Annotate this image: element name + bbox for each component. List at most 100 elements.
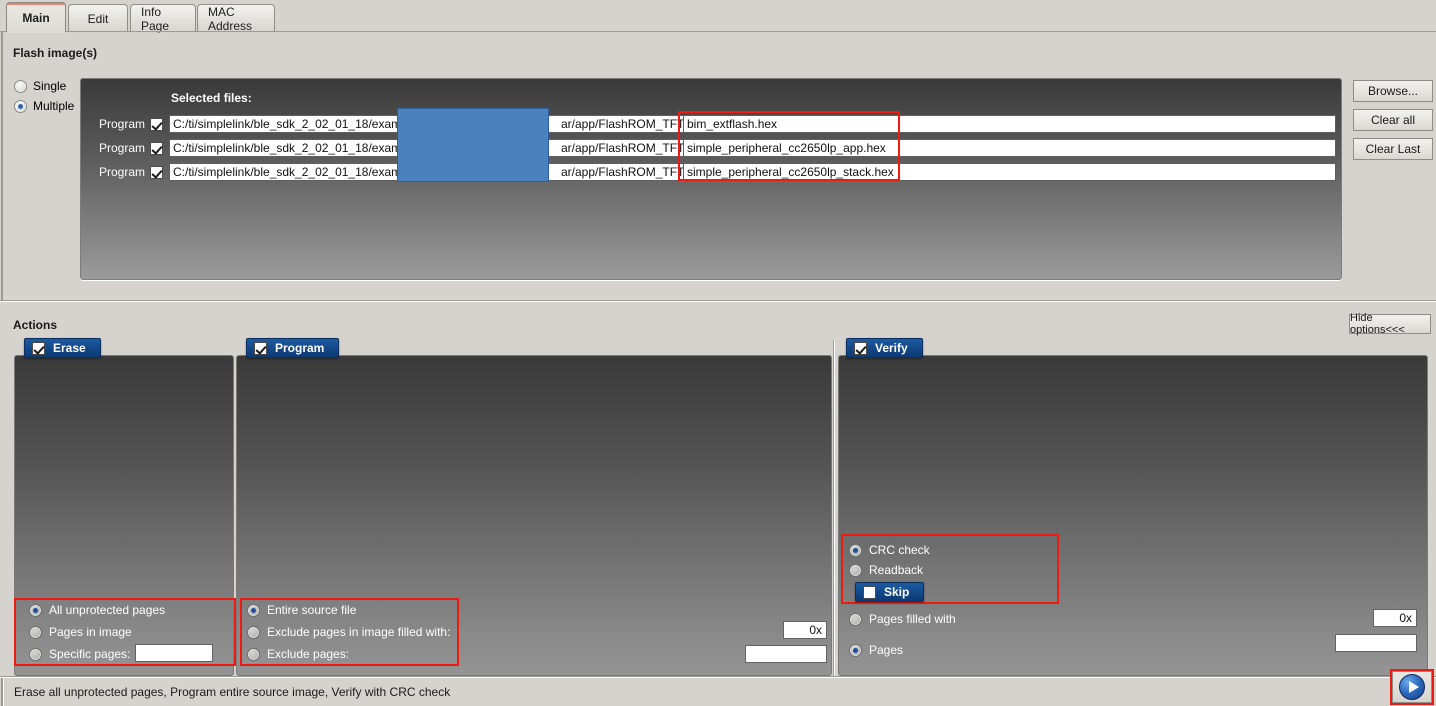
verify-options-panel: CRC check Readback Skip Pages filled wit…	[838, 355, 1428, 676]
tab-mac-address-label: MAC Address	[208, 4, 253, 33]
skip-toggle-label: Skip	[884, 585, 910, 599]
browse-button[interactable]: Browse...	[1353, 80, 1433, 102]
browse-button-label: Browse...	[1367, 84, 1418, 98]
flash-images-section-title: Flash image(s)	[13, 46, 98, 60]
radio-specific-pages-icon[interactable]	[29, 647, 42, 661]
radio-exclude-pages-filled-icon[interactable]	[247, 625, 260, 639]
erase-toggle-button[interactable]: Erase	[24, 338, 101, 358]
flash-programmer-window: Main Edit Info Page MAC Address Flash im…	[0, 0, 1436, 706]
verify-option-pages-filled-with-label: Pages filled with	[869, 612, 956, 626]
erase-toggle-label: Erase	[53, 341, 86, 355]
mode-option-single[interactable]: Single	[14, 79, 66, 93]
file-row: Program C:/ti/simplelink/ble_sdk_2_02_01…	[81, 139, 1336, 157]
program-fill-value-input[interactable]: 0x	[783, 621, 827, 639]
file-path-mid-field[interactable]: ar/app/FlashROM_TFT/Exe	[558, 139, 684, 157]
verify-pages-input[interactable]	[1335, 634, 1417, 652]
verify-option-pages-filled-with[interactable]: Pages filled with	[849, 612, 956, 626]
hide-options-button[interactable]: Hide options<<<	[1349, 312, 1431, 336]
verify-option-crc-check-label: CRC check	[869, 543, 930, 557]
program-option-entire-source-file[interactable]: Entire source file	[247, 603, 356, 617]
status-rail-decoration	[1, 678, 4, 706]
file-path-left-field[interactable]: C:/ti/simplelink/ble_sdk_2_02_01_18/exam…	[169, 115, 406, 133]
file-path-mid-field[interactable]: ar/app/FlashROM_TFT/Exe	[558, 163, 684, 181]
tab-edit[interactable]: Edit	[68, 4, 128, 32]
specific-pages-input[interactable]	[135, 644, 213, 662]
program-option-exclude-pages-label: Exclude pages:	[267, 647, 350, 661]
tab-main[interactable]: Main	[6, 2, 66, 33]
program-option-exclude-filled[interactable]: Exclude pages in image filled with:	[247, 625, 450, 639]
section-divider-top	[0, 300, 1436, 302]
verify-option-pages-label: Pages	[869, 643, 904, 657]
verify-checkbox[interactable]	[854, 341, 867, 355]
verify-option-readback[interactable]: Readback	[849, 563, 923, 577]
radio-crc-check-icon[interactable]	[849, 543, 862, 557]
erase-option-specific-pages-label: Specific pages:	[49, 647, 131, 661]
file-name-field[interactable]: simple_peripheral_cc2650lp_app.hex	[684, 139, 1336, 157]
erase-option-pages-in-image[interactable]: Pages in image	[29, 625, 132, 639]
erase-option-all-unprotected-label: All unprotected pages	[49, 603, 166, 617]
radio-entire-source-file-icon[interactable]	[247, 603, 260, 617]
status-message: Erase all unprotected pages, Program ent…	[14, 685, 451, 699]
file-row-action-label: Program	[98, 141, 145, 155]
verify-option-pages[interactable]: Pages	[849, 643, 903, 657]
start-action-button[interactable]	[1392, 671, 1432, 703]
skip-checkbox[interactable]	[863, 585, 876, 599]
erase-checkbox[interactable]	[32, 341, 45, 355]
tab-bar: Main Edit Info Page MAC Address	[0, 0, 1436, 33]
file-row-action-label: Program	[98, 117, 145, 131]
program-exclude-pages-input[interactable]	[745, 645, 827, 663]
file-row-checkbox[interactable]	[150, 141, 163, 155]
verify-option-crc-check[interactable]: CRC check	[849, 543, 930, 557]
program-toggle-button[interactable]: Program	[246, 338, 340, 358]
file-row-checkbox[interactable]	[150, 117, 163, 131]
program-option-exclude-pages[interactable]: Exclude pages:	[247, 647, 349, 661]
radio-all-unprotected-pages-icon[interactable]	[29, 603, 42, 617]
play-icon	[1399, 674, 1425, 700]
radio-single-icon[interactable]	[14, 79, 27, 93]
file-row-action-label: Program	[98, 165, 145, 179]
file-row: Program C:/ti/simplelink/ble_sdk_2_02_01…	[81, 163, 1336, 181]
erase-option-specific-pages[interactable]: Specific pages:	[29, 647, 130, 661]
file-path-left-field[interactable]: C:/ti/simplelink/ble_sdk_2_02_01_18/exam…	[169, 163, 406, 181]
file-path-left-field[interactable]: C:/ti/simplelink/ble_sdk_2_02_01_18/exam…	[169, 139, 406, 157]
program-option-exclude-filled-label: Exclude pages in image filled with:	[267, 625, 451, 639]
panel-divider-vertical	[833, 340, 835, 676]
file-name-field[interactable]: simple_peripheral_cc2650lp_stack.hex	[684, 163, 1336, 181]
left-rail-decoration	[0, 32, 4, 300]
status-bar: Erase all unprotected pages, Program ent…	[0, 678, 1436, 706]
clear-last-button-label: Clear Last	[1365, 142, 1421, 156]
actions-section-title: Actions	[13, 318, 58, 332]
selected-files-label: Selected files:	[171, 91, 252, 105]
clear-all-button-label: Clear all	[1370, 113, 1415, 127]
hide-options-label: Hide options<<<	[1350, 312, 1405, 336]
skip-toggle-button[interactable]: Skip	[855, 582, 925, 602]
file-path-mid-field[interactable]: ar/app/FlashROM_TFT/Exe	[558, 115, 684, 133]
tab-edit-label: Edit	[87, 11, 109, 26]
radio-pages-in-image-icon[interactable]	[29, 625, 42, 639]
tab-info-page[interactable]: Info Page	[130, 4, 196, 33]
radio-pages-icon[interactable]	[849, 643, 862, 657]
verify-toggle-button[interactable]: Verify	[846, 338, 923, 358]
verify-pages-filled-input[interactable]: 0x	[1373, 609, 1417, 627]
play-triangle-icon	[1408, 681, 1419, 693]
radio-pages-filled-with-icon[interactable]	[849, 612, 862, 626]
verify-option-readback-label: Readback	[869, 563, 924, 577]
radio-exclude-pages-icon[interactable]	[247, 647, 260, 661]
clear-last-button[interactable]: Clear Last	[1353, 138, 1433, 160]
program-options-panel: Entire source file Exclude pages in imag…	[236, 355, 832, 676]
file-row-checkbox[interactable]	[150, 165, 163, 179]
tab-mac-address[interactable]: MAC Address	[197, 4, 275, 33]
clear-all-button[interactable]: Clear all	[1353, 109, 1433, 131]
mode-option-multiple[interactable]: Multiple	[14, 99, 74, 113]
file-name-field[interactable]: bim_extflash.hex	[684, 115, 1336, 133]
file-row: Program C:/ti/simplelink/ble_sdk_2_02_01…	[81, 115, 1336, 133]
mode-option-multiple-label: Multiple	[33, 99, 75, 113]
erase-options-panel: All unprotected pages Pages in image Spe…	[14, 355, 234, 676]
program-option-entire-source-file-label: Entire source file	[267, 603, 357, 617]
mode-option-single-label: Single	[33, 79, 67, 93]
radio-multiple-icon[interactable]	[14, 99, 27, 113]
program-checkbox[interactable]	[254, 341, 267, 355]
tab-main-label: Main	[22, 10, 50, 25]
radio-readback-icon[interactable]	[849, 563, 862, 577]
erase-option-all-unprotected[interactable]: All unprotected pages	[29, 603, 165, 617]
